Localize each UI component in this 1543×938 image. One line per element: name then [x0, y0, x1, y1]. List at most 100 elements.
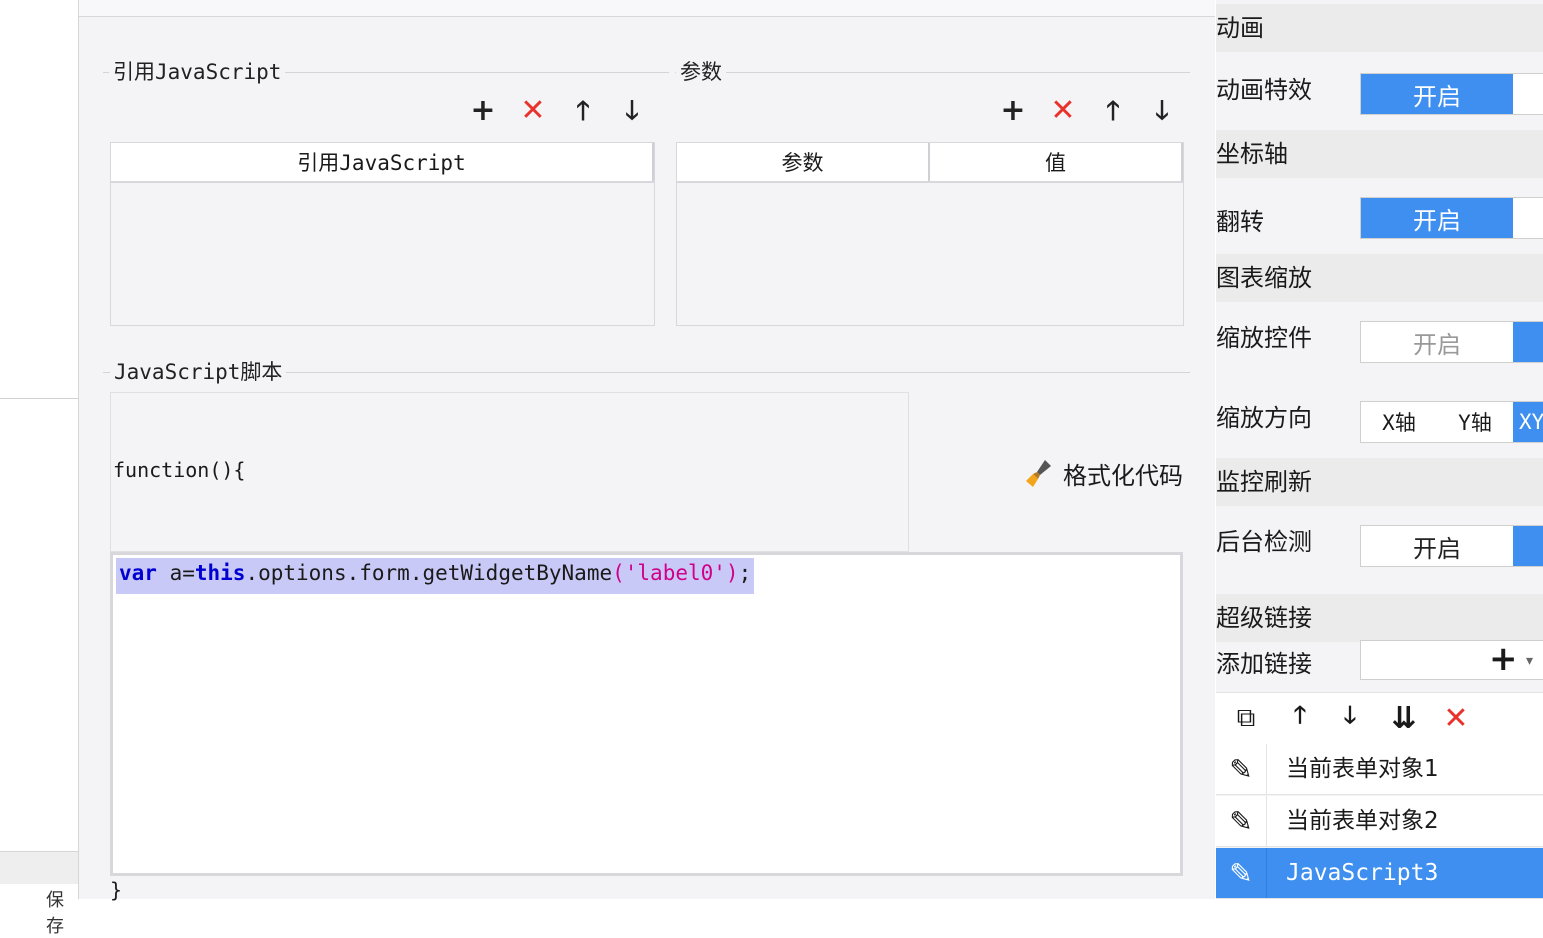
- format-code-button[interactable]: 格式化代码: [1023, 455, 1183, 491]
- link-item[interactable]: ✎ 当前表单对象1: [1216, 744, 1543, 795]
- params-group-line: [675, 72, 1190, 73]
- sort-down-icon: ⇊: [1391, 700, 1417, 736]
- arrow-down-icon: 🡓: [625, 96, 639, 126]
- link-sort-button[interactable]: ⇊: [1384, 698, 1424, 738]
- zoom-direction-segment[interactable]: X轴 Y轴 XY: [1360, 401, 1543, 443]
- link-item-label: JavaScript3: [1286, 860, 1439, 886]
- ref-js-column-header[interactable]: 引用JavaScript: [111, 143, 654, 181]
- zoom-direction-label: 缩放方向: [1216, 404, 1312, 432]
- js-editor-dialog: 引用JavaScript + ✕ 🡑 🡓 引用JavaScript 参数 + ✕…: [79, 0, 1215, 902]
- left-bottom-bar: 保存: [0, 851, 78, 937]
- pencil-icon[interactable]: ✎: [1216, 744, 1267, 794]
- code-text-method: .options.form.getWidgetByName: [245, 561, 613, 585]
- zoom-control-label: 缩放控件: [1216, 324, 1312, 352]
- pencil-icon[interactable]: ✎: [1216, 796, 1267, 846]
- bottom-tab-label[interactable]: 保存: [46, 886, 78, 938]
- zoom-control-toggle[interactable]: 开启: [1360, 321, 1543, 363]
- arrow-up-icon: 🡑: [1293, 700, 1307, 729]
- link-toolbar: [1216, 692, 1543, 746]
- link-item[interactable]: ✎ 当前表单对象2: [1216, 796, 1543, 847]
- plus-icon: +: [1000, 93, 1026, 128]
- flip-label: 翻转: [1216, 208, 1264, 236]
- params-group-title: 参数: [676, 59, 726, 85]
- params-move-down-button[interactable]: 🡓: [1145, 94, 1179, 128]
- anim-effect-label: 动画特效: [1216, 76, 1312, 104]
- bg-check-off[interactable]: [1513, 526, 1543, 566]
- ref-js-group-title: 引用JavaScript: [109, 59, 286, 85]
- value-column-header[interactable]: 值: [930, 143, 1183, 181]
- bg-check-toggle[interactable]: 开启: [1360, 525, 1543, 567]
- arrow-down-icon: 🡓: [1343, 700, 1357, 729]
- pencil-icon[interactable]: ✎: [1216, 848, 1267, 898]
- format-code-label: 格式化代码: [1063, 461, 1183, 490]
- zoom-control-off[interactable]: [1513, 322, 1543, 362]
- copy-icon: ⧉: [1236, 702, 1256, 733]
- add-link-label: 添加链接: [1216, 650, 1312, 678]
- link-move-up-button[interactable]: 🡑: [1282, 698, 1318, 738]
- params-table[interactable]: 参数 值: [676, 142, 1184, 326]
- code-text: a=: [156, 561, 195, 585]
- anim-effect-on[interactable]: 开启: [1361, 74, 1513, 114]
- arrow-up-icon: 🡑: [576, 96, 590, 126]
- bg-check-on[interactable]: 开启: [1361, 526, 1513, 566]
- ref-js-delete-button[interactable]: ✕: [516, 94, 550, 128]
- close-icon: ✕: [1050, 93, 1076, 128]
- section-axis[interactable]: 坐标轴: [1216, 130, 1543, 178]
- left-divider: [0, 398, 78, 399]
- left-panel: 保存: [0, 0, 79, 937]
- ref-js-move-down-button[interactable]: 🡓: [615, 94, 649, 128]
- zoom-dir-xy[interactable]: XY: [1513, 402, 1543, 442]
- link-item-label: 当前表单对象2: [1286, 808, 1439, 834]
- bg-check-label: 后台检测: [1216, 528, 1312, 556]
- function-close-text: }: [110, 878, 123, 902]
- anim-effect-off[interactable]: [1513, 74, 1543, 114]
- chevron-down-icon[interactable]: ▾: [1526, 641, 1533, 681]
- function-open-text: function(){: [113, 458, 246, 482]
- ref-js-move-up-button[interactable]: 🡑: [566, 94, 600, 128]
- params-delete-button[interactable]: ✕: [1046, 94, 1080, 128]
- flip-toggle[interactable]: 开启: [1360, 197, 1543, 239]
- ref-js-table[interactable]: 引用JavaScript: [110, 142, 655, 326]
- zoom-dir-x[interactable]: X轴: [1361, 402, 1437, 442]
- add-link-dropdown[interactable]: + ▾: [1360, 639, 1543, 681]
- params-add-button[interactable]: +: [996, 94, 1030, 128]
- script-group-title: JavaScript脚本: [110, 359, 287, 385]
- flip-on[interactable]: 开启: [1361, 198, 1513, 238]
- link-delete-button[interactable]: ✕: [1436, 698, 1476, 738]
- ref-js-add-button[interactable]: +: [466, 94, 500, 128]
- section-animation[interactable]: 动画: [1216, 4, 1543, 52]
- code-keyword-var: var: [119, 561, 157, 585]
- code-string: 'label0': [624, 561, 726, 585]
- code-paren-close: ): [725, 561, 739, 585]
- section-monitor[interactable]: 监控刷新: [1216, 458, 1543, 506]
- properties-panel: 动画 动画特效 开启 坐标轴 翻转 开启 图表缩放 缩放控件 开启 缩放方向 X…: [1216, 0, 1543, 899]
- function-header-box: function(){: [110, 392, 909, 552]
- close-icon: ✕: [1443, 700, 1469, 736]
- anim-effect-toggle[interactable]: 开启: [1360, 73, 1543, 115]
- link-move-down-button[interactable]: 🡓: [1332, 698, 1368, 738]
- plus-icon[interactable]: +: [1489, 639, 1518, 679]
- zoom-dir-y[interactable]: Y轴: [1437, 402, 1513, 442]
- code-paren-open: (: [612, 561, 625, 585]
- arrow-down-icon: 🡓: [1155, 96, 1169, 126]
- link-item-selected[interactable]: ✎ JavaScript3: [1216, 848, 1543, 899]
- dialog-topbar: [79, 0, 1215, 17]
- params-move-up-button[interactable]: 🡑: [1096, 94, 1130, 128]
- section-zoom[interactable]: 图表缩放: [1216, 254, 1543, 302]
- flip-off[interactable]: [1513, 198, 1543, 238]
- params-table-header: 参数 值: [677, 143, 1183, 183]
- zoom-control-on[interactable]: 开启: [1361, 322, 1513, 362]
- code-keyword-this: this: [194, 561, 246, 585]
- code-line-selected[interactable]: var a=this.options.form.getWidgetByName(…: [116, 558, 755, 594]
- section-hyperlink[interactable]: 超级链接: [1216, 594, 1543, 642]
- arrow-up-icon: 🡑: [1106, 96, 1120, 126]
- close-icon: ✕: [520, 93, 546, 128]
- code-editor[interactable]: var a=this.options.form.getWidgetByName(…: [110, 552, 1183, 876]
- param-column-header[interactable]: 参数: [677, 143, 930, 181]
- code-semicolon: ;: [738, 561, 752, 585]
- copy-link-button[interactable]: ⧉: [1228, 698, 1264, 738]
- plus-icon: +: [470, 93, 496, 128]
- broom-icon: [1026, 460, 1051, 487]
- ref-js-table-header: 引用JavaScript: [111, 143, 654, 183]
- link-item-label: 当前表单对象1: [1286, 756, 1439, 782]
